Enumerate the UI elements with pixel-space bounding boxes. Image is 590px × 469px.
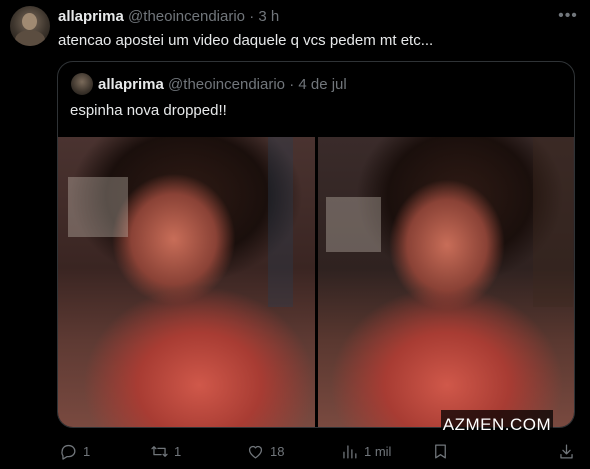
reply-button[interactable]: 1 [59, 438, 90, 464]
tweet-text: atencao apostei um video daquele q vcs p… [58, 32, 434, 49]
views-count: 1 mil [364, 443, 392, 459]
bookmark-icon [435, 444, 446, 458]
reply-icon [61, 444, 76, 460]
repost-button[interactable]: 1 [150, 438, 181, 464]
share-icon [560, 444, 573, 458]
quoted-author-name: allaprima [98, 76, 164, 93]
quoted-tweet-text: espinha nova dropped!! [70, 102, 227, 119]
quoted-tweet[interactable]: allaprima @theoincendiario · 4 de jul es… [57, 61, 575, 428]
action-bar: 1 1 18 1 mil [0, 438, 590, 464]
share-button[interactable] [557, 438, 576, 464]
repost-icon [151, 445, 168, 457]
repost-count: 1 [174, 443, 182, 459]
like-button[interactable]: 18 [246, 438, 284, 464]
author-name[interactable]: allaprima [58, 8, 124, 25]
bookmark-button[interactable] [431, 438, 450, 464]
background-curtain-right [533, 137, 573, 307]
tweet-time[interactable]: 3 h [258, 8, 279, 25]
tweet-header: allaprima @theoincendiario · 3 h [58, 8, 279, 26]
views-button[interactable]: 1 mil [340, 438, 391, 464]
views-chart-icon [343, 444, 357, 458]
background-frame-left [68, 177, 128, 237]
quoted-tweet-date: 4 de jul [298, 76, 347, 93]
background-curtain-left [268, 137, 293, 307]
author-handle[interactable]: @theoincendiario [128, 8, 245, 25]
more-options-button[interactable]: ••• [555, 6, 581, 26]
media-image-right[interactable] [318, 137, 574, 427]
quoted-author-avatar [71, 73, 93, 95]
header-separator: · [249, 8, 255, 25]
watermark: AZMEN.COM [441, 410, 553, 440]
ellipsis-icon: ••• [558, 7, 578, 24]
reply-count: 1 [83, 443, 91, 459]
heart-icon [248, 445, 263, 458]
quoted-separator: · [289, 76, 295, 93]
background-frame-right [326, 197, 381, 252]
quoted-tweet-header: allaprima @theoincendiario · 4 de jul [98, 76, 347, 94]
author-avatar[interactable] [10, 6, 50, 46]
media-image-left[interactable] [58, 137, 315, 427]
like-count: 18 [270, 443, 285, 459]
quoted-author-handle: @theoincendiario [168, 76, 286, 93]
